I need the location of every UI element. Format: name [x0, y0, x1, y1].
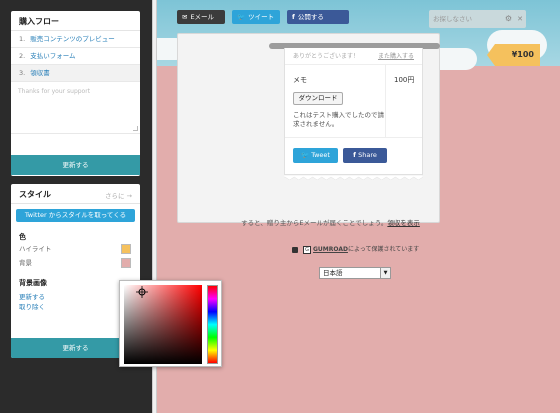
highlight-label: ハイライト	[19, 245, 52, 253]
step-label: 販売コンテンツのプレビュー	[30, 35, 115, 43]
envelope-icon: ✉	[182, 13, 188, 21]
info-text: すると、贈り主からEメールが届くことでしょう。領収を表示	[218, 218, 443, 228]
receipt-torn-edge	[284, 175, 423, 180]
twitter-bird-icon: 🐦	[237, 13, 246, 21]
step-number: 3.	[19, 69, 26, 77]
hue-slider[interactable]	[207, 285, 218, 364]
email-share-button[interactable]: ✉ Eメール	[177, 10, 225, 24]
background-color-swatch[interactable]	[121, 258, 131, 268]
purchase-flow-panel: 購入フロー 1. 販売コンテンツのプレビュー 2. 支払いフォーム 3. 領収書 Th…	[11, 11, 140, 176]
style-title: スタイル	[19, 190, 51, 199]
receipt-header: ありがとうございます！ また購入する	[285, 48, 422, 65]
gumroad-logo-icon: G	[303, 245, 311, 254]
lock-icon	[292, 246, 298, 253]
secure-notice: G GUMROADによって保護されています	[292, 244, 419, 254]
twitter-style-button[interactable]: Twitter からスタイルを取ってくる	[16, 209, 135, 222]
highlight-color-swatch[interactable]	[121, 244, 131, 254]
language-select[interactable]: 日本語 ▼	[319, 267, 391, 279]
receipt-divider	[285, 137, 422, 138]
chevron-down-icon: ▼	[380, 268, 390, 278]
facebook-icon: f	[292, 13, 295, 21]
step-label: 支払いフォーム	[30, 52, 76, 60]
close-icon[interactable]: ✕	[517, 10, 523, 28]
flow-update-button[interactable]: 更新する	[11, 155, 140, 175]
receipt-tweet-button[interactable]: 🐦 Tweet	[293, 148, 338, 163]
gear-icon[interactable]: ⚙	[505, 10, 512, 28]
receipt: ありがとうございます！ また購入する メモ 100円 ダウンロード これはテスト…	[284, 48, 423, 175]
twitter-bird-icon: 🐦	[301, 151, 312, 159]
thanks-placeholder: Thanks for your support	[18, 88, 91, 95]
flow-step-preview[interactable]: 1. 販売コンテンツのプレビュー	[11, 31, 140, 48]
search-placeholder: お探しなさい	[433, 15, 472, 23]
color-section-label: 色	[19, 233, 26, 241]
tweet-share-label: ツイート	[248, 13, 275, 21]
facebook-share-button[interactable]: f 公開する	[287, 10, 349, 24]
more-link[interactable]: さらに →	[105, 190, 132, 200]
receipt-facebook-share-button[interactable]: f Share	[343, 148, 387, 163]
flow-step-receipt[interactable]: 3. 領収書	[11, 65, 140, 82]
step-number: 1.	[19, 35, 26, 43]
memo-label: メモ	[293, 76, 307, 84]
highlight-color-row: ハイライト	[11, 242, 140, 256]
price-tag: ¥100	[487, 44, 540, 66]
resize-handle-icon[interactable]	[133, 126, 138, 131]
background-label: 背景	[19, 259, 32, 267]
column-divider	[385, 65, 386, 137]
search-input[interactable]: お探しなさい ⚙ ✕	[429, 10, 526, 28]
background-color-row: 背景	[11, 256, 140, 270]
secure-text: によって保護されています	[347, 246, 420, 253]
flow-step-payment-form[interactable]: 2. 支払いフォーム	[11, 48, 140, 65]
language-value: 日本語	[323, 269, 343, 277]
facebook-share-label: 公開する	[297, 13, 324, 21]
receipt-tweet-label: Tweet	[311, 151, 330, 159]
gumroad-brand-link[interactable]: GUMROAD	[313, 246, 348, 253]
test-purchase-note: これはテスト購入でしたので請求されません。	[293, 111, 384, 128]
color-picker-popup	[119, 280, 222, 367]
tweet-share-button[interactable]: 🐦 ツイート	[232, 10, 280, 24]
buy-again-link[interactable]: また購入する	[378, 48, 414, 65]
step-number: 2.	[19, 52, 26, 60]
email-share-label: Eメール	[190, 13, 215, 21]
crosshair-cursor-icon	[136, 286, 148, 298]
style-panel-title: スタイル さらに →	[11, 184, 140, 204]
info-prefix: すると、贈り主からEメールが届くことでしょう。	[241, 219, 388, 227]
view-receipt-link[interactable]: 領収を表示	[387, 219, 420, 227]
receipt-share-label: Share	[358, 151, 377, 159]
step-label: 領収書	[30, 69, 50, 77]
thanks-text: ありがとうございます！	[293, 53, 360, 60]
purchase-flow-title: 購入フロー	[11, 11, 140, 31]
thanks-message-textarea[interactable]: Thanks for your support	[11, 82, 140, 134]
download-button[interactable]: ダウンロード	[293, 92, 343, 105]
item-price: 100円	[394, 76, 415, 84]
